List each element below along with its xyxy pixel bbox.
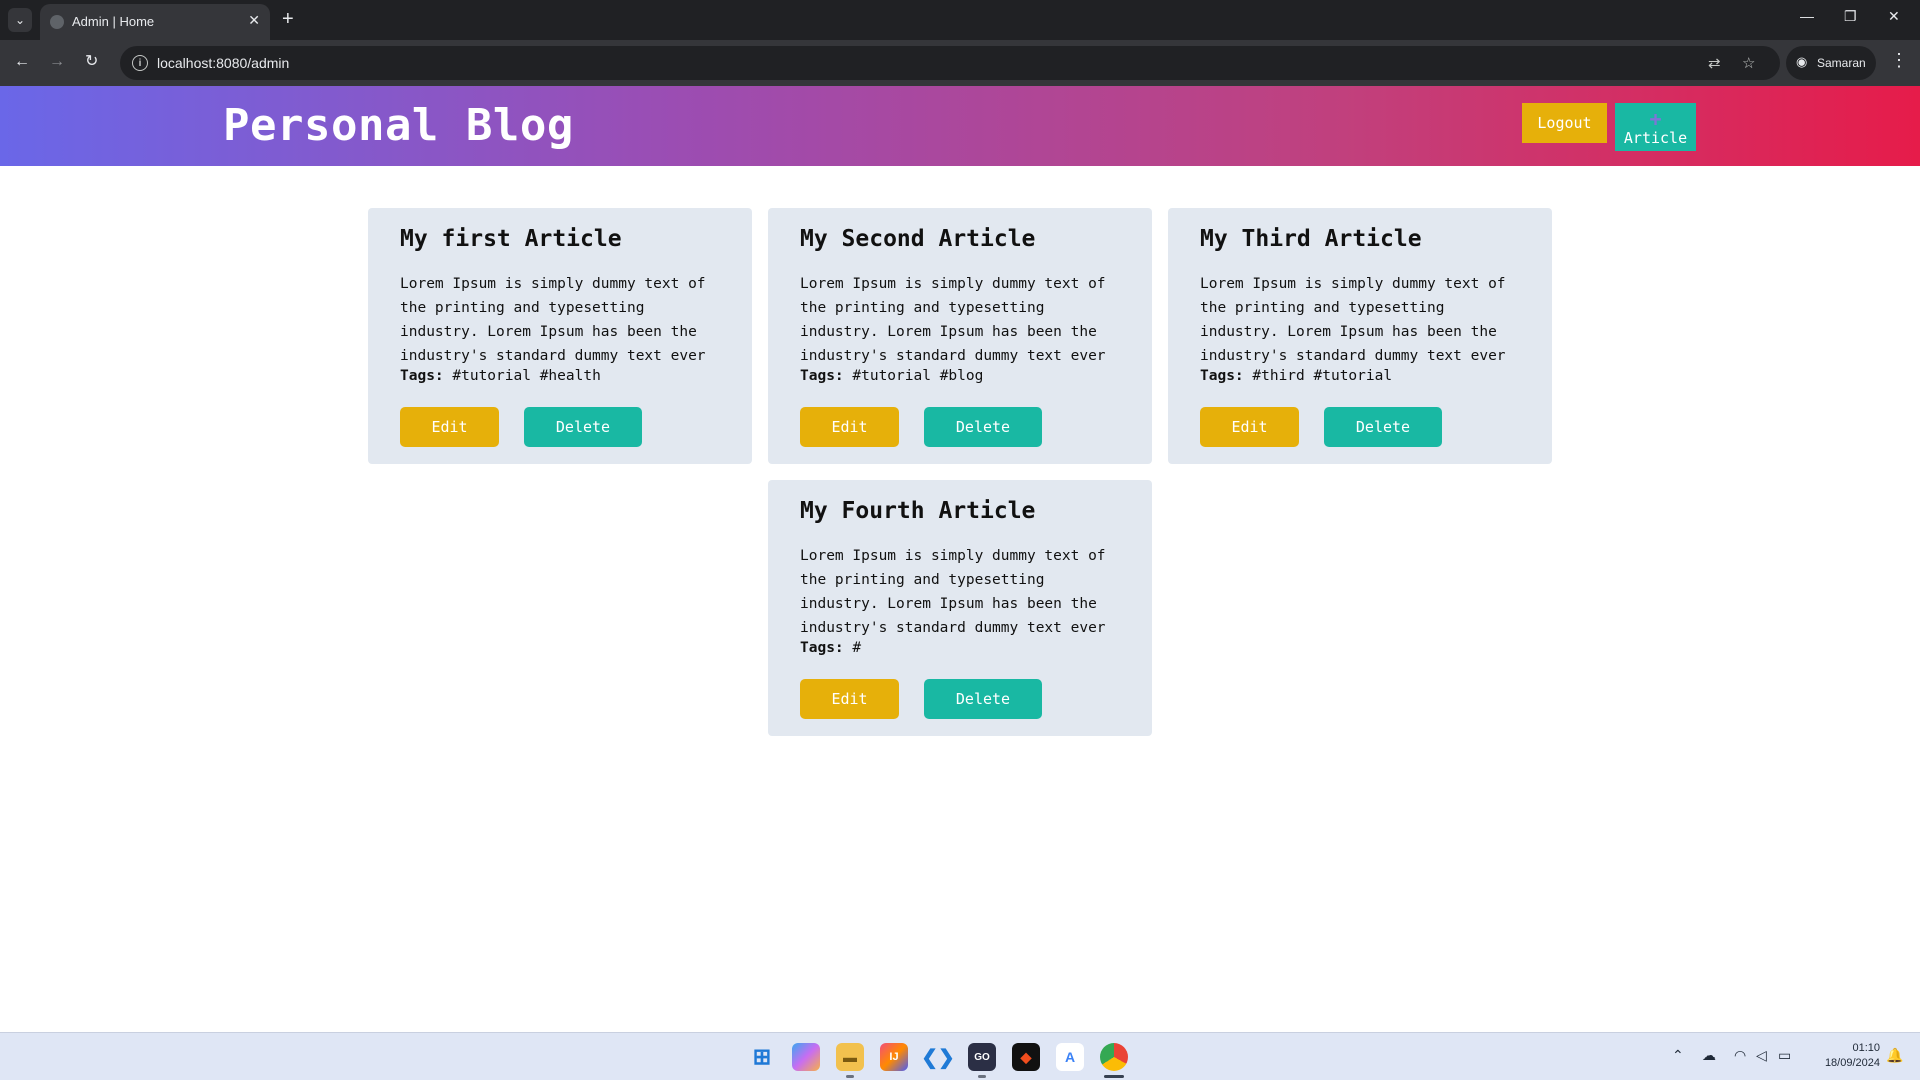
delete-button[interactable]: Delete	[924, 679, 1042, 719]
profile-button[interactable]: ◉ Samaran	[1786, 46, 1876, 80]
notification-bell-icon[interactable]: 🔔	[1886, 1047, 1903, 1064]
article-excerpt: Lorem Ipsum is simply dummy text of the …	[800, 276, 1106, 364]
reload-icon[interactable]: ↻	[85, 52, 98, 72]
delete-button[interactable]: Delete	[524, 407, 642, 447]
volume-icon[interactable]: ◁	[1756, 1047, 1767, 1064]
bookmark-star-icon[interactable]: ☆	[1742, 54, 1755, 72]
tags-value: #tutorial #blog	[852, 368, 984, 384]
edit-button[interactable]: Edit	[400, 407, 499, 447]
copilot-icon[interactable]	[792, 1043, 820, 1071]
article-title: My Third Article	[1200, 226, 1422, 252]
tags-label: Tags:	[1200, 368, 1244, 384]
article-card: My first Article Lorem Ipsum is simply d…	[368, 208, 752, 464]
minimize-icon[interactable]: —	[1800, 8, 1814, 24]
article-title: My Fourth Article	[800, 498, 1036, 524]
clock-date: 18/09/2024	[1824, 1057, 1880, 1069]
edit-button[interactable]: Edit	[800, 407, 899, 447]
edit-button[interactable]: Edit	[1200, 407, 1299, 447]
article-tags: Tags: #tutorial #health	[400, 368, 601, 384]
close-window-icon[interactable]: ✕	[1888, 8, 1900, 25]
incognito-profile-icon: ◉	[1796, 54, 1808, 69]
article-tags: Tags: #third #tutorial	[1200, 368, 1392, 384]
back-arrow-icon[interactable]: ←	[14, 52, 30, 72]
restore-icon[interactable]: ❐	[1844, 8, 1857, 25]
globe-icon	[50, 15, 64, 29]
system-clock[interactable]: 01:10 18/09/2024	[1810, 1041, 1880, 1071]
delete-button[interactable]: Delete	[924, 407, 1042, 447]
tags-value: #	[852, 640, 862, 656]
app-open-indicator	[846, 1075, 854, 1078]
profile-name: Samaran	[1817, 56, 1866, 70]
chrome-icon[interactable]	[1100, 1043, 1128, 1071]
url-text[interactable]: localhost:8080/admin	[157, 55, 289, 71]
file-explorer-icon[interactable]: ▬	[836, 1043, 864, 1071]
browser-tab-active[interactable]: Admin | Home ✕	[40, 4, 270, 40]
app-open-indicator	[978, 1075, 986, 1078]
article-card: My Third Article Lorem Ipsum is simply d…	[1168, 208, 1552, 464]
go-app-icon[interactable]: GO	[968, 1043, 996, 1071]
figma-icon[interactable]: ◆	[1012, 1043, 1040, 1071]
jetbrains-icon[interactable]: IJ	[880, 1043, 908, 1071]
tags-label: Tags:	[400, 368, 444, 384]
delete-button[interactable]: Delete	[1324, 407, 1442, 447]
close-tab-icon[interactable]: ✕	[248, 12, 260, 29]
vscode-icon[interactable]: ❮❯	[921, 1043, 955, 1071]
wifi-icon[interactable]: ◠	[1734, 1047, 1746, 1064]
add-article-label: Article	[1623, 128, 1688, 147]
article-excerpt: Lorem Ipsum is simply dummy text of the …	[800, 548, 1106, 636]
app-active-indicator	[1104, 1075, 1124, 1078]
battery-icon[interactable]: ▭	[1778, 1047, 1791, 1064]
plus-icon: +	[1649, 106, 1662, 131]
article-card: My Second Article Lorem Ipsum is simply …	[768, 208, 1152, 464]
logout-button[interactable]: Logout	[1522, 103, 1607, 143]
article-tags: Tags: #tutorial #blog	[800, 368, 983, 384]
page-content: Personal Blog Logout + Article My first …	[0, 86, 1920, 1032]
app-store-icon[interactable]: A	[1056, 1043, 1084, 1071]
tags-label: Tags:	[800, 368, 844, 384]
address-bar[interactable]: i localhost:8080/admin ⇄ ☆	[120, 46, 1780, 80]
edit-button[interactable]: Edit	[800, 679, 899, 719]
article-title: My first Article	[400, 226, 622, 252]
browser-toolbar: ← → ↻ i localhost:8080/admin ⇄ ☆ ◉ Samar…	[0, 40, 1920, 86]
browser-tab-strip: ⌄ Admin | Home ✕ + — ❐ ✕	[0, 0, 1920, 40]
show-hidden-icons-chevron-icon[interactable]: ⌃	[1672, 1047, 1684, 1064]
site-title: Personal Blog	[223, 100, 574, 151]
new-tab-icon[interactable]: +	[282, 8, 294, 30]
os-taskbar: ⊞ ▬ IJ ❮❯ GO ◆ A ⌃ ☁ ◠ ◁ ▭ 01:10 18/09/2…	[0, 1032, 1920, 1080]
article-card: My Fourth Article Lorem Ipsum is simply …	[768, 480, 1152, 736]
add-article-button[interactable]: + Article	[1615, 103, 1696, 151]
tab-search-chevron-icon[interactable]: ⌄	[8, 8, 32, 32]
onedrive-cloud-icon[interactable]: ☁	[1702, 1047, 1716, 1064]
translate-icon[interactable]: ⇄	[1708, 54, 1721, 72]
tags-value: #third #tutorial	[1252, 368, 1393, 384]
article-excerpt: Lorem Ipsum is simply dummy text of the …	[400, 276, 706, 364]
tags-value: #tutorial #health	[452, 368, 601, 384]
tab-title: Admin | Home	[72, 14, 155, 29]
clock-time: 01:10	[1852, 1042, 1880, 1054]
forward-arrow-icon[interactable]: →	[49, 52, 65, 72]
article-excerpt: Lorem Ipsum is simply dummy text of the …	[1200, 276, 1506, 364]
tags-label: Tags:	[800, 640, 844, 656]
site-info-icon[interactable]: i	[132, 55, 148, 71]
browser-menu-icon[interactable]: ⋮	[1890, 50, 1908, 71]
windows-start-icon[interactable]: ⊞	[748, 1043, 776, 1071]
site-header: Personal Blog Logout + Article	[0, 86, 1920, 166]
article-tags: Tags: #	[800, 640, 861, 656]
article-title: My Second Article	[800, 226, 1036, 252]
